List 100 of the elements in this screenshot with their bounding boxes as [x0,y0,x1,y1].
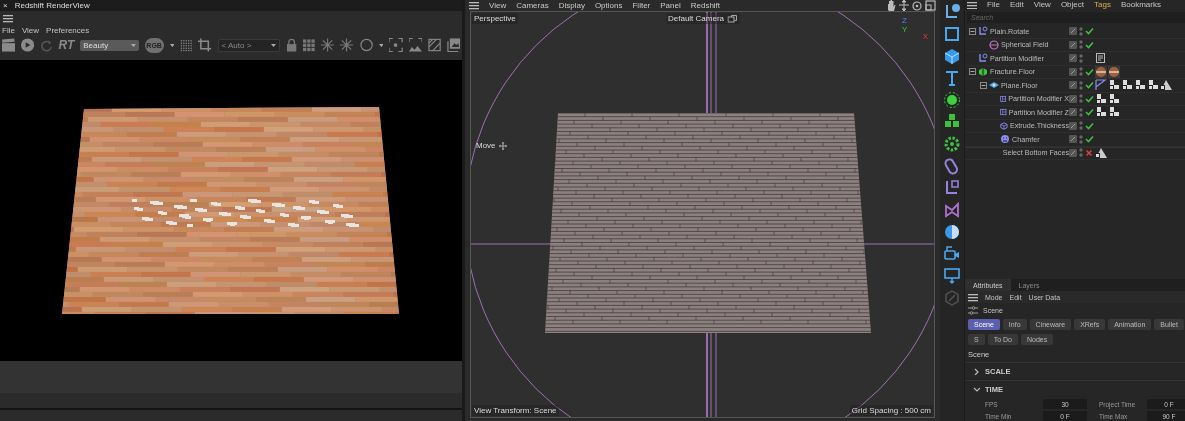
selection-tag-icon[interactable] [1108,106,1120,119]
move-arrows-icon[interactable] [899,0,909,11]
lock-icon[interactable] [285,38,298,52]
edit-toggle-icon[interactable] [1069,94,1077,103]
menu-item[interactable]: Redshift [690,1,721,10]
camera-link-icon[interactable] [727,14,737,23]
menu-icon[interactable] [967,1,977,9]
compare-icon[interactable] [408,38,422,52]
camera-label[interactable]: Default Camera [666,13,739,24]
square-icon[interactable] [943,25,961,43]
generator-icon[interactable] [943,91,961,109]
visibility-dots-icon[interactable] [1079,26,1083,36]
checkmark-icon[interactable] [1085,135,1094,144]
caret-icon[interactable] [378,43,384,47]
visibility-dots-icon[interactable] [1079,40,1083,50]
checkmark-icon[interactable] [1085,81,1094,90]
menu-item[interactable]: View [21,26,40,35]
rt-label[interactable]: RT [58,38,75,52]
collapse-toggle-icon[interactable] [969,27,976,35]
cross-icon[interactable] [1085,148,1094,157]
snowflake-icon[interactable] [321,38,335,52]
selection-tag-icon[interactable] [1134,79,1146,92]
visibility-dots-icon[interactable] [1079,148,1083,158]
caret-icon[interactable] [169,43,175,47]
capsule-icon[interactable] [943,157,961,175]
sphere-icon[interactable] [943,223,961,241]
menu-item[interactable]: Preferences [46,26,90,35]
menu-item[interactable]: Display [558,1,585,10]
snowflake-icon[interactable] [340,38,354,52]
restriction-tag-icon[interactable] [1160,79,1172,92]
circle-icon[interactable] [359,38,373,52]
visibility-dots-icon[interactable] [1079,80,1083,90]
menu-item[interactable]: View [1033,0,1051,9]
selection-tag-icon[interactable] [1108,92,1120,105]
menu-item[interactable]: Bookmarks [1120,0,1161,9]
edit-toggle-icon[interactable] [1069,27,1077,36]
collapse-toggle-icon[interactable] [969,68,976,76]
hierarchy-tool-icon[interactable] [943,3,961,21]
edit-toggle-icon[interactable] [1069,67,1077,76]
checkmark-icon[interactable] [1085,121,1094,130]
cube-icon[interactable] [943,47,961,65]
checkmark-icon[interactable] [1085,67,1094,76]
menu-item[interactable]: Panel [660,1,681,10]
rotate-icon[interactable] [912,0,922,11]
light-icon[interactable] [943,267,961,285]
edit-toggle-icon[interactable] [1069,108,1077,117]
note-tag-icon[interactable] [1095,52,1107,65]
visibility-dots-icon[interactable] [1079,134,1083,144]
camera-icon[interactable] [943,245,961,263]
menu-item[interactable]: Options [594,1,623,10]
selection-tag-icon[interactable] [1108,79,1120,92]
maximize-icon[interactable] [925,0,936,11]
menu-item[interactable]: Edit [1009,0,1024,9]
settings-sliders-icon[interactable] [968,306,978,315]
focus-icon[interactable] [389,38,403,52]
menu-item[interactable]: Tags [1094,0,1111,9]
edit-toggle-icon[interactable] [1069,40,1077,49]
region-dropdown[interactable]: < Auto > [217,38,280,52]
visibility-dots-icon[interactable] [1079,53,1083,63]
menu-icon[interactable] [469,1,479,10]
checkmark-icon[interactable] [1085,94,1094,103]
selection-tag-icon[interactable] [1095,106,1107,119]
edit-toggle-icon[interactable] [1069,135,1077,144]
clapperboard-icon[interactable] [2,38,16,52]
menu-icon[interactable] [968,292,978,302]
restriction-tag-icon[interactable] [1095,146,1107,159]
play-icon[interactable] [21,38,35,52]
chevron-right-icon[interactable] [973,368,980,375]
menu-item[interactable]: View [489,1,507,10]
dot-grid-icon[interactable] [180,38,193,52]
edit-toggle-icon[interactable] [1069,81,1077,90]
selection-tag-icon[interactable] [1121,79,1133,92]
image-icon[interactable] [446,38,460,52]
menu-item[interactable]: Cameras [516,1,549,10]
checkmark-icon[interactable] [1085,108,1094,117]
crop-icon[interactable] [198,38,212,52]
text-tool-icon[interactable] [943,69,961,87]
hierarchy-tool-icon[interactable] [943,179,961,197]
aov-dropdown[interactable]: Beauty [80,39,139,51]
phong-tag-icon[interactable] [1095,79,1107,92]
menu-item[interactable]: Object [1060,0,1084,9]
chevron-down-icon[interactable] [973,386,980,393]
close-button[interactable]: × [3,1,8,10]
grid-icon[interactable] [303,38,316,52]
edit-toggle-icon[interactable] [1069,148,1077,157]
menu-item[interactable]: File [2,26,15,35]
visibility-dots-icon[interactable] [1079,107,1083,117]
menu-item[interactable]: File [987,0,1000,9]
checkmark-icon[interactable] [1085,27,1094,36]
menu-icon[interactable] [3,13,13,23]
visibility-dots-icon[interactable] [1079,121,1083,131]
hand-icon[interactable] [886,0,896,11]
menu-item[interactable]: Filter [632,1,651,10]
selection-tag-icon[interactable] [1095,92,1107,105]
gear-icon[interactable] [943,135,961,153]
hatched-square-icon[interactable] [427,38,441,52]
collapse-toggle-icon[interactable] [980,81,987,89]
visibility-dots-icon[interactable] [1079,67,1083,77]
edit-toggle-icon[interactable] [1069,54,1077,63]
visibility-dots-icon[interactable] [1079,94,1083,104]
